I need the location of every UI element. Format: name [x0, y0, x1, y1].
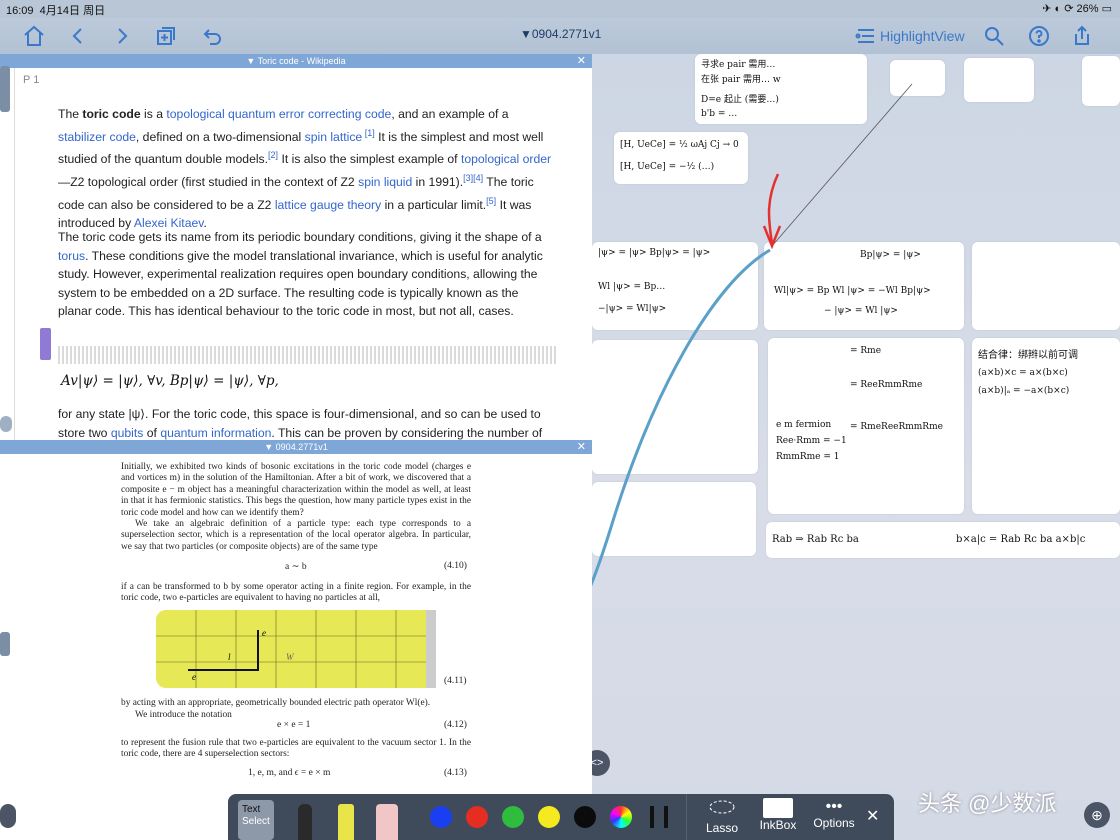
- page-number: P 1: [23, 74, 40, 86]
- wikipedia-window-header[interactable]: ▼ Toric code - Wikipedia ✕: [0, 54, 592, 68]
- paper-paragraph: Initially, we exhibited two kinds of bos…: [121, 462, 471, 518]
- wiki-link[interactable]: stabilizer code: [58, 130, 136, 144]
- wiki-link[interactable]: lattice gauge theory: [275, 198, 381, 212]
- paper-paragraph: if a can be transformed to b by some ope…: [121, 582, 471, 604]
- paper-paragraph: We take an algebraic definition of a par…: [121, 519, 471, 552]
- text-run: The toric code gets its name from its pe…: [58, 230, 542, 244]
- wiki-link[interactable]: spin lattice: [305, 130, 363, 144]
- close-icon[interactable]: ✕: [866, 806, 879, 826]
- text-run: , defined on a two-dimensional: [135, 129, 305, 144]
- gutter-marker[interactable]: [0, 66, 10, 112]
- text-select-tool[interactable]: Text Select: [238, 800, 274, 840]
- status-battery: ✈ ◐ ⟳ 26% ▭: [1042, 3, 1112, 15]
- figure-label: e: [262, 628, 266, 638]
- rendering-artifact: [58, 346, 558, 364]
- text-run: toric code: [82, 107, 141, 121]
- back-icon[interactable]: [66, 24, 90, 48]
- stabilizer-equation: Av|ψ⟩ = |ψ⟩, ∀v, Bp|ψ⟩ = |ψ⟩, ∀p,: [61, 373, 279, 389]
- paper-page[interactable]: Initially, we exhibited two kinds of bos…: [14, 454, 592, 840]
- zoom-icon[interactable]: ⊕: [1084, 802, 1110, 828]
- wiki-link[interactable]: topological quantum error correcting cod…: [166, 107, 391, 121]
- text-run: . This can be proven by considering the …: [271, 425, 543, 440]
- wikipedia-window[interactable]: ▼ Toric code - Wikipedia ✕ P 1 The toric…: [0, 54, 592, 440]
- wiki-paragraph-3: for any state |ψ⟩. For the toric code, t…: [58, 405, 553, 440]
- wiki-paragraph-2: The toric code gets its name from its pe…: [58, 228, 553, 321]
- text-run: It is also the simplest example of: [278, 152, 461, 167]
- wiki-link[interactable]: [5]: [486, 196, 496, 206]
- color-yellow[interactable]: [538, 806, 560, 828]
- paper-paragraph: by acting with an appropriate, geometric…: [121, 698, 431, 708]
- gutter-marker[interactable]: [0, 632, 10, 656]
- text-run: , and an example of a: [391, 107, 509, 121]
- document-title[interactable]: ▼0904.2771v1: [520, 27, 601, 41]
- color-green[interactable]: [502, 806, 524, 828]
- paper-window[interactable]: ▼ 0904.2771v1 ✕ Initially, we exhibited …: [0, 440, 592, 840]
- inkbox-icon: [763, 798, 793, 818]
- equation: 1, e, m, and ϵ = e × m: [248, 768, 331, 778]
- wiki-link[interactable]: qubits: [111, 426, 144, 440]
- divider: [686, 794, 687, 840]
- wiki-link[interactable]: topological order: [461, 152, 551, 166]
- add-page-icon[interactable]: [154, 24, 178, 48]
- status-bar: 16:09 4月14日 周日 ✈ ◐ ⟳ 26% ▭: [0, 0, 1120, 18]
- lasso-icon: [709, 800, 735, 814]
- watermark: 头条 @少数派: [918, 791, 1057, 816]
- text-run: in a particular limit.: [381, 197, 487, 212]
- wiki-link[interactable]: [3][4]: [463, 173, 483, 183]
- equation: e × e = 1: [277, 720, 311, 730]
- equation-number: (4.12): [444, 720, 467, 730]
- eraser-tool[interactable]: [376, 804, 398, 840]
- equation: a ∼ b: [285, 562, 307, 572]
- list-icon[interactable]: [0, 804, 16, 828]
- top-toolbar: ▼0904.2771v1 HighlightView: [0, 18, 1120, 54]
- text-run: in 1991).: [412, 174, 464, 189]
- highlight-view-button[interactable]: HighlightView: [880, 28, 965, 44]
- stroke-width-icon[interactable]: [650, 806, 668, 828]
- equation-number: (4.10): [444, 561, 467, 571]
- share-icon[interactable]: [1070, 24, 1094, 48]
- equation-number: (4.11): [444, 676, 467, 686]
- text-run: . These conditions give the model transl…: [58, 248, 543, 319]
- more-icon: •••: [825, 798, 843, 815]
- wiki-link[interactable]: torus: [58, 249, 85, 263]
- help-icon[interactable]: [1027, 24, 1051, 48]
- color-blue[interactable]: [430, 806, 452, 828]
- link-stroke: [592, 83, 913, 587]
- home-icon[interactable]: [22, 24, 46, 48]
- figure-label: e: [192, 672, 196, 682]
- lasso-tool[interactable]: Lasso: [702, 798, 742, 835]
- forward-icon[interactable]: [110, 24, 134, 48]
- text-run: is a: [140, 107, 167, 121]
- wiki-link[interactable]: spin liquid: [358, 175, 412, 189]
- undo-icon[interactable]: [200, 24, 224, 48]
- annotation-toolbar: Text Select Lasso InkBox ••• Options ✕: [228, 794, 894, 840]
- notes-canvas[interactable]: 寻求e pair 需用… 在张 pair 需用… w D=e 起止 (需要…) …: [592, 54, 1120, 840]
- wiki-link[interactable]: [1]: [362, 128, 375, 138]
- equation-number: (4.13): [444, 768, 467, 778]
- pen-tool[interactable]: [298, 804, 312, 840]
- inkbox-tool[interactable]: InkBox: [756, 798, 800, 832]
- close-icon[interactable]: ✕: [577, 440, 586, 454]
- text-run: of: [143, 425, 161, 440]
- text-run: —Z2 topological order (first studied in …: [58, 174, 359, 189]
- wiki-link[interactable]: [2]: [268, 150, 278, 160]
- search-icon[interactable]: [982, 24, 1006, 48]
- color-picker-icon[interactable]: [610, 806, 632, 828]
- highlighter-tool[interactable]: [338, 804, 354, 840]
- list-icon[interactable]: [0, 416, 12, 432]
- color-red[interactable]: [466, 806, 488, 828]
- close-icon[interactable]: ✕: [577, 54, 586, 68]
- wiki-link[interactable]: quantum information: [160, 426, 271, 440]
- color-black[interactable]: [574, 806, 596, 828]
- wiki-paragraph-1: The toric code is a topological quantum …: [58, 105, 553, 233]
- paper-paragraph: to represent the fusion rule that two e-…: [121, 738, 471, 760]
- wikipedia-page[interactable]: P 1 The toric code is a topological quan…: [14, 68, 592, 440]
- status-time-date: 16:09 4月14日 周日: [6, 5, 106, 17]
- lattice-figure: e l e W: [156, 610, 436, 688]
- text-run: The: [58, 107, 83, 121]
- options-button[interactable]: ••• Options: [810, 798, 858, 830]
- paper-window-header[interactable]: ▼ 0904.2771v1 ✕: [0, 440, 592, 454]
- highlight-view-icon[interactable]: [854, 24, 878, 48]
- scroll-handle[interactable]: [40, 328, 51, 360]
